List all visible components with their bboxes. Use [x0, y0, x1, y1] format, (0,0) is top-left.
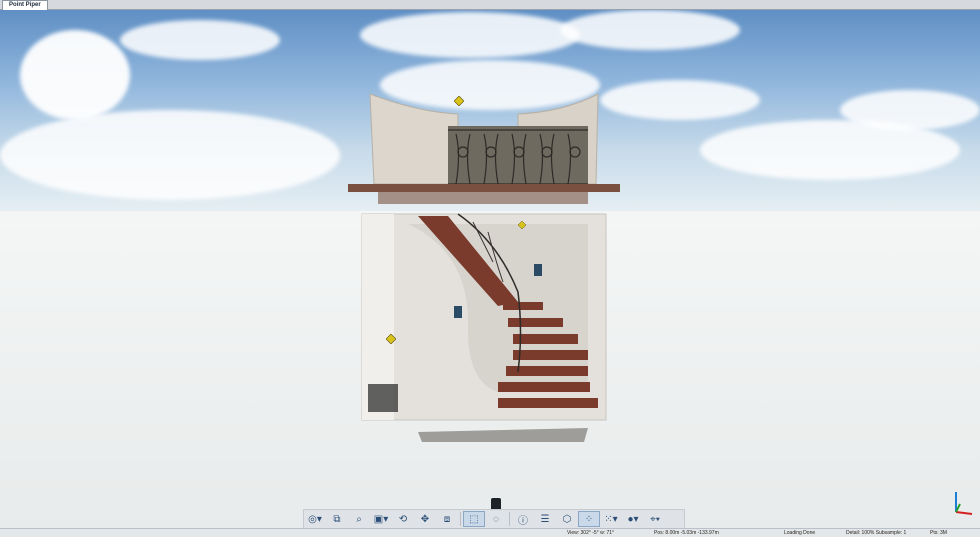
scan-location-marker[interactable]	[386, 334, 396, 344]
measure-button[interactable]: ⌖▾	[644, 511, 666, 527]
toolbar-divider	[509, 512, 510, 526]
walk-button[interactable]: ✥	[414, 511, 436, 527]
lasso-button[interactable]: ◌	[485, 511, 507, 527]
points-button[interactable]: ⁘	[578, 511, 600, 527]
toolbar-divider	[460, 512, 461, 526]
axis-gizmo-icon	[955, 492, 973, 515]
clip-box-button[interactable]: ⬡	[556, 511, 578, 527]
orbit-button[interactable]: ◎▾	[304, 511, 326, 527]
list-button[interactable]: ☰	[534, 511, 556, 527]
view-toolbar: ◎▾ ⧉ ⌕ ▣▾ ⟲ ✥ ⧈ ⬚ ◌ ⓘ ☰ ⬡ ⁘ ⁙▾ ●▾ ⌖▾	[303, 509, 685, 529]
point-size-button[interactable]: ⁙▾	[600, 511, 622, 527]
color-mode-button[interactable]: ●▾	[622, 511, 644, 527]
view-cube-button[interactable]: ▣▾	[370, 511, 392, 527]
3d-viewport[interactable]	[0, 10, 980, 528]
scan-location-marker[interactable]	[518, 221, 526, 229]
info-button[interactable]: ⓘ	[512, 511, 534, 527]
frame-button[interactable]: ⧉	[326, 511, 348, 527]
tab-point-piper[interactable]: Point Piper	[2, 0, 48, 10]
zoom-button[interactable]: ⌕	[348, 511, 370, 527]
multi-view-button[interactable]: ⧈	[436, 511, 458, 527]
point-cloud-model[interactable]	[348, 92, 628, 442]
rotate-button[interactable]: ⟲	[392, 511, 414, 527]
scan-location-marker[interactable]	[454, 96, 464, 106]
scan-view-button[interactable]: ⬚	[463, 511, 485, 527]
tab-bar: Point Piper	[0, 0, 980, 10]
